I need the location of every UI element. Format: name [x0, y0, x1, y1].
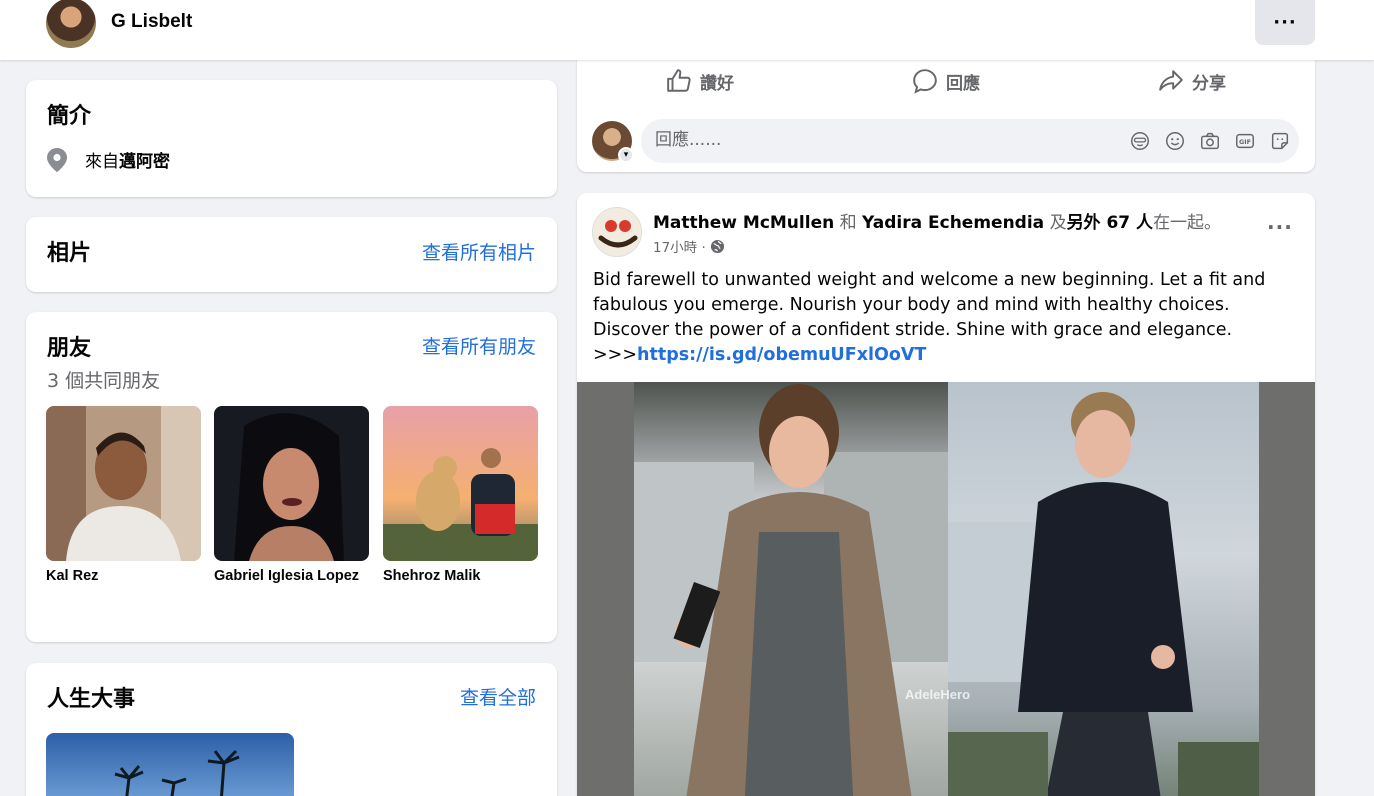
post-timestamp[interactable]: 17小時 · [653, 236, 706, 256]
comment-tools: GIF [1129, 130, 1291, 152]
intro-title: 簡介 [47, 104, 92, 129]
friend-photo[interactable] [46, 406, 201, 561]
comment-box[interactable]: GIF [641, 119, 1299, 163]
post-header: Matthew McMullen 和 Yadira Echemendia 及另外… [653, 208, 1221, 233]
life-event-thumbnail[interactable] [46, 733, 294, 796]
post-action-bar: 讚好 回應 分享 [577, 68, 1315, 94]
see-all-life-events-link[interactable]: 查看全部 [460, 683, 536, 710]
friend-name[interactable]: Shehroz Malik [383, 568, 538, 584]
post-image[interactable]: AdeleHero [577, 382, 1315, 796]
post-others-link[interactable]: 另外 67 人 [1067, 213, 1154, 233]
profile-avatar[interactable] [46, 0, 96, 48]
post-card: Matthew McMullen 和 Yadira Echemendia 及另外… [577, 193, 1315, 796]
profile-name[interactable]: G Lisbelt [111, 11, 192, 33]
post-author-avatar[interactable] [592, 207, 642, 257]
globe-icon [710, 239, 724, 253]
sticker-icon[interactable] [1269, 130, 1291, 152]
intro-location-row: 來自 邁阿密 [47, 147, 170, 172]
woman-in-vest-illustration [948, 392, 1259, 796]
share-arrow-icon [1159, 70, 1183, 91]
post-more-options-button[interactable]: ··· [1267, 215, 1293, 239]
see-all-photos-link[interactable]: 查看所有相片 [422, 238, 536, 265]
comment-button[interactable]: 回應 [823, 68, 1069, 94]
comment-bubble-icon [913, 69, 937, 94]
friends-card: 朋友 查看所有朋友 3 個共同朋友 Kal Rez Gabriel Iglesi… [26, 312, 557, 642]
life-events-card: 人生大事 查看全部 [26, 663, 557, 796]
comment-input[interactable] [655, 130, 1055, 150]
see-all-friends-link[interactable]: 查看所有朋友 [422, 332, 536, 359]
gif-icon[interactable]: GIF [1234, 130, 1256, 152]
intro-from-prefix: 來自 [85, 152, 119, 172]
post-link-prefix: >>> [593, 345, 637, 365]
woman-in-coat-illustration [634, 384, 948, 796]
more-icon: ··· [1273, 12, 1297, 33]
post-with-suffix: 在一起。 [1153, 213, 1222, 233]
post-link[interactable]: https://is.gd/obemuUFxlOoVT [637, 345, 926, 365]
more-options-button[interactable]: ··· [1255, 0, 1315, 45]
photos-card: 相片 查看所有相片 [26, 217, 557, 292]
profile-header-bar: G Lisbelt ··· [0, 0, 1374, 60]
post-and-word: 和 [839, 213, 857, 233]
friend-photo[interactable] [383, 406, 538, 561]
life-events-title: 人生大事 [47, 687, 136, 712]
friend-photo-image [214, 406, 369, 561]
camera-icon[interactable] [1199, 130, 1221, 152]
avatar-image [593, 208, 641, 256]
post-author-name[interactable]: Matthew McMullen [653, 213, 834, 233]
svg-text:GIF: GIF [1239, 138, 1251, 146]
like-button[interactable]: 讚好 [577, 68, 823, 94]
palm-trees-image [114, 749, 240, 796]
intro-card: 簡介 來自 邁阿密 [26, 80, 557, 197]
post-image-right-panel [948, 382, 1259, 796]
friends-title: 朋友 [47, 336, 92, 361]
photos-title: 相片 [47, 241, 92, 266]
friend-name[interactable]: Gabriel Iglesia Lopez [214, 568, 369, 584]
location-pin-icon [47, 147, 67, 172]
intro-from-place[interactable]: 邁阿密 [119, 147, 170, 172]
mutual-friends-count: 3 個共同朋友 [47, 370, 161, 392]
post-link-line: >>>https://is.gd/obemuUFxlOoVT [593, 343, 926, 368]
avatar-sticker-icon[interactable] [1129, 130, 1151, 152]
post-meta: 17小時 · [653, 236, 725, 256]
friend-photo-image [46, 406, 201, 561]
friend-card-shehroz-malik[interactable]: Shehroz Malik [383, 406, 538, 584]
post-body-text: Bid farewell to unwanted weight and welc… [593, 270, 1266, 340]
friend-photo-image [383, 406, 538, 561]
chevron-down-icon[interactable]: ▾ [618, 147, 634, 163]
comment-label: 回應 [946, 73, 980, 94]
post-tagged-name[interactable]: Yadira Echemendia [862, 213, 1044, 233]
friend-card-gabriel-iglesia-lopez[interactable]: Gabriel Iglesia Lopez [214, 406, 369, 584]
image-watermark: AdeleHero [905, 687, 971, 702]
share-label: 分享 [1192, 73, 1226, 94]
thumbs-up-icon [667, 69, 691, 92]
friend-card-kal-rez[interactable]: Kal Rez [46, 406, 201, 584]
friend-name[interactable]: Kal Rez [46, 568, 201, 584]
like-label: 讚好 [700, 73, 734, 94]
post-with-prefix: 及 [1049, 213, 1067, 233]
post-image-left-panel [634, 382, 948, 796]
share-button[interactable]: 分享 [1069, 68, 1315, 94]
emoji-icon[interactable] [1164, 130, 1186, 152]
friend-photo[interactable] [214, 406, 369, 561]
